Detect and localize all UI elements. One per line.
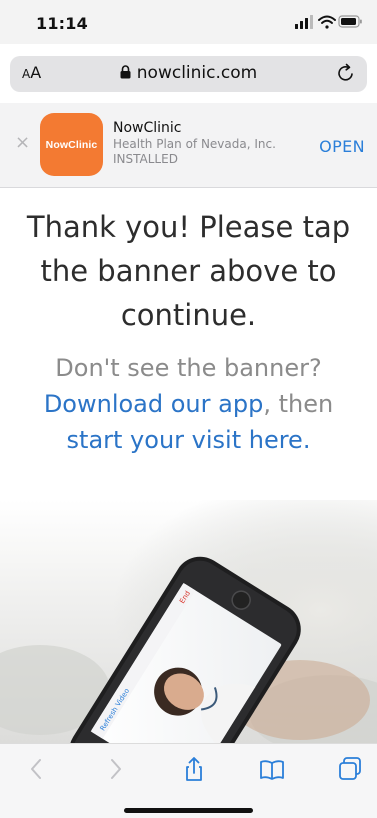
status-time: 11:14 — [36, 14, 88, 33]
download-app-link[interactable]: Download our app — [44, 390, 264, 418]
signal-icon — [295, 15, 313, 29]
tabs-icon[interactable] — [337, 756, 363, 782]
screen: 11:14 AA nowclinic.com × NowClinic NowCl… — [0, 0, 377, 818]
app-name: NowClinic — [113, 120, 182, 136]
reload-icon[interactable] — [335, 62, 357, 84]
battery-icon — [338, 15, 362, 28]
back-icon[interactable] — [24, 756, 50, 782]
app-icon: NowClinic — [40, 113, 103, 176]
start-visit-link[interactable]: start your visit here. — [67, 426, 311, 454]
app-icon-label: NowClinic — [45, 138, 98, 151]
wifi-icon — [318, 15, 336, 29]
app-status: INSTALLED — [113, 152, 178, 166]
status-bar: 11:14 — [0, 0, 377, 44]
cta-separator: , then — [263, 390, 334, 418]
smart-app-banner[interactable]: × NowClinic NowClinic Health Plan of Nev… — [0, 103, 377, 188]
home-indicator — [124, 808, 253, 813]
browser-toolbar — [0, 743, 377, 818]
app-publisher: Health Plan of Nevada, Inc. — [113, 137, 276, 151]
banner-text: NowClinic Health Plan of Nevada, Inc. IN… — [113, 120, 303, 167]
address-bar[interactable]: AA nowclinic.com — [10, 56, 367, 92]
lock-icon — [120, 65, 131, 79]
cta-block: Download our app, then start your visit h… — [14, 386, 363, 458]
share-icon[interactable] — [181, 756, 207, 782]
status-icons — [295, 15, 362, 29]
open-button[interactable]: OPEN — [319, 137, 365, 156]
forward-icon[interactable] — [102, 756, 128, 782]
sub-text: Don't see the banner? — [55, 354, 322, 382]
bookmarks-icon[interactable] — [259, 756, 285, 782]
url-field[interactable]: nowclinic.com — [10, 63, 367, 83]
close-icon[interactable]: × — [15, 132, 30, 153]
url-text: nowclinic.com — [136, 63, 258, 83]
page-headline: Thank you! Please tap the banner above t… — [26, 210, 351, 332]
hero-image: Refresh Video End — [0, 500, 377, 745]
